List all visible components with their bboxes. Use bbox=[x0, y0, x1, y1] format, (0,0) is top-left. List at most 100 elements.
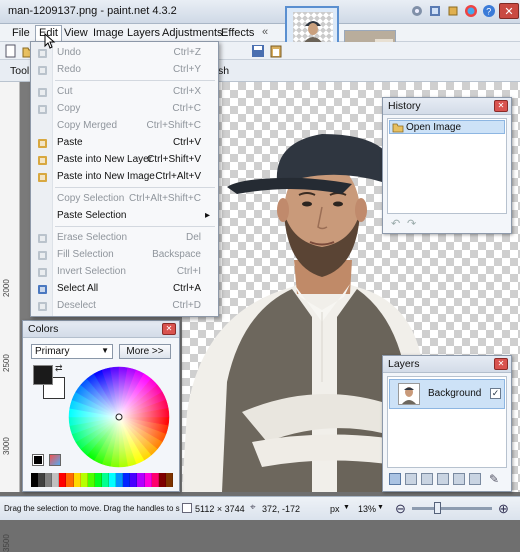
scroll-left-icon[interactable]: « bbox=[262, 26, 268, 38]
zoom-level[interactable]: 13% bbox=[358, 504, 376, 514]
history-close-button[interactable]: ✕ bbox=[494, 100, 508, 112]
menu-item-copy[interactable]: Copy Ctrl+C bbox=[31, 101, 218, 118]
palette-swatch[interactable] bbox=[38, 473, 46, 487]
duplicate-layer-icon[interactable] bbox=[421, 473, 433, 485]
paste-icon bbox=[36, 137, 49, 150]
svg-text:?: ? bbox=[486, 7, 491, 17]
palette-swatch[interactable] bbox=[151, 473, 159, 487]
zoom-slider-thumb[interactable] bbox=[434, 502, 441, 514]
zoom-slider[interactable] bbox=[412, 502, 492, 514]
menu-item-fill-selection[interactable]: Fill Selection Backspace bbox=[31, 247, 218, 264]
layers-list: Background ✓ bbox=[387, 376, 507, 468]
menu-item-invert-selection[interactable]: Invert Selection Ctrl+I bbox=[31, 264, 218, 281]
menu-item-erase-selection[interactable]: Erase Selection Del bbox=[31, 230, 218, 247]
close-window-button[interactable]: ✕ bbox=[499, 3, 519, 19]
history-item[interactable]: Open Image bbox=[389, 120, 505, 134]
palette-swatch[interactable] bbox=[87, 473, 95, 487]
layers-toggle-icon[interactable] bbox=[446, 4, 460, 18]
palette-swatch[interactable] bbox=[137, 473, 145, 487]
merge-layer-icon[interactable] bbox=[437, 473, 449, 485]
palette-swatch[interactable] bbox=[80, 473, 88, 487]
paste-toolbar-icon[interactable] bbox=[269, 44, 283, 58]
menu-item-paste-selection[interactable]: Paste Selection ▸ bbox=[31, 208, 218, 225]
layers-toolbar: ✎ bbox=[387, 471, 507, 489]
palette-swatch[interactable] bbox=[66, 473, 74, 487]
palette-swatch[interactable] bbox=[45, 473, 53, 487]
mouse-cursor bbox=[44, 33, 56, 49]
menu-adjustments[interactable]: Adjustments bbox=[159, 26, 226, 41]
move-layer-up-icon[interactable] bbox=[453, 473, 465, 485]
primary-color-swatch[interactable] bbox=[33, 365, 53, 385]
menu-item-paste[interactable]: Paste Ctrl+V bbox=[31, 135, 218, 152]
save-icon[interactable] bbox=[251, 44, 265, 58]
menu-item-cut[interactable]: Cut Ctrl+X bbox=[31, 84, 218, 101]
menu-bar: File Edit View Image Layers Adjustments … bbox=[0, 24, 520, 42]
palette-swatch[interactable] bbox=[109, 473, 117, 487]
new-image-icon[interactable] bbox=[4, 44, 18, 58]
move-layer-down-icon[interactable] bbox=[469, 473, 481, 485]
palette-swatch[interactable] bbox=[59, 473, 67, 487]
layers-title: Layers bbox=[388, 358, 420, 370]
palette-options-icon[interactable] bbox=[49, 454, 61, 466]
menu-effects[interactable]: Effects bbox=[218, 26, 257, 41]
utilities-icon[interactable] bbox=[428, 4, 442, 18]
colors-title-bar[interactable]: Colors ✕ bbox=[23, 321, 179, 338]
history-title-bar[interactable]: History ✕ bbox=[383, 98, 511, 115]
palette-swatch[interactable] bbox=[94, 473, 102, 487]
color-wheel[interactable] bbox=[67, 365, 171, 469]
menu-item-select-all[interactable]: Select All Ctrl+A bbox=[31, 281, 218, 298]
add-layer-icon[interactable] bbox=[389, 473, 401, 485]
units-label[interactable]: px bbox=[330, 504, 340, 514]
menu-item-paste-into-new-image[interactable]: Paste into New Image Ctrl+Alt+V bbox=[31, 169, 218, 186]
color-mode-value: Primary bbox=[35, 346, 70, 357]
palette-swatch[interactable] bbox=[52, 473, 60, 487]
swap-colors-icon[interactable]: ⇄ bbox=[55, 363, 63, 374]
menu-item-shortcut: Ctrl+V bbox=[172, 137, 201, 148]
colors-close-button[interactable]: ✕ bbox=[162, 323, 176, 335]
menu-item-shortcut: Del bbox=[185, 232, 201, 243]
palette-swatch[interactable] bbox=[130, 473, 138, 487]
layers-title-bar[interactable]: Layers ✕ bbox=[383, 356, 511, 373]
submenu-arrow-icon: ▸ bbox=[204, 210, 210, 221]
menu-item-copy-merged[interactable]: Copy Merged Ctrl+Shift+C bbox=[31, 118, 218, 135]
menu-item-label: Paste into New Image bbox=[57, 171, 155, 182]
menu-item-paste-into-new-layer[interactable]: Paste into New Layer Ctrl+Shift+V bbox=[31, 152, 218, 169]
help-icon[interactable]: ? bbox=[482, 4, 496, 18]
palette-swatch[interactable] bbox=[116, 473, 124, 487]
redo-history-icon[interactable]: ↷ bbox=[407, 217, 419, 230]
layer-visible-checkbox[interactable]: ✓ bbox=[490, 388, 501, 399]
color-mode-select[interactable]: Primary ▼ bbox=[31, 344, 113, 359]
zoom-out-icon[interactable]: ⊖ bbox=[395, 501, 406, 517]
units-dropdown-icon[interactable]: ▼ bbox=[343, 504, 350, 511]
palette-swatch[interactable] bbox=[73, 473, 81, 487]
layer-row[interactable]: Background ✓ bbox=[389, 379, 505, 409]
layers-close-button[interactable]: ✕ bbox=[494, 358, 508, 370]
undo-history-icon[interactable]: ↶ bbox=[391, 217, 403, 230]
menu-file[interactable]: File bbox=[9, 26, 33, 41]
menu-item-undo[interactable]: Undo Ctrl+Z bbox=[31, 45, 218, 62]
palette-swatch[interactable] bbox=[123, 473, 131, 487]
cursor-position: 372, -172 bbox=[262, 504, 301, 514]
menu-view[interactable]: View bbox=[61, 26, 91, 41]
palette-swatch[interactable] bbox=[165, 473, 173, 487]
menu-image[interactable]: Image bbox=[90, 26, 127, 41]
settings-icon[interactable] bbox=[410, 4, 424, 18]
default-colors-icon[interactable] bbox=[32, 454, 44, 466]
menu-item-redo[interactable]: Redo Ctrl+Y bbox=[31, 62, 218, 79]
palette-swatch[interactable] bbox=[31, 473, 39, 487]
zoom-dropdown-icon[interactable]: ▼ bbox=[377, 504, 384, 511]
menu-item-deselect[interactable]: Deselect Ctrl+D bbox=[31, 298, 218, 315]
paste-image-icon bbox=[36, 171, 49, 184]
layer-properties-icon[interactable]: ✎ bbox=[489, 472, 499, 486]
more-colors-button[interactable]: More >> bbox=[119, 344, 171, 359]
delete-layer-icon[interactable] bbox=[405, 473, 417, 485]
menu-layers[interactable]: Layers bbox=[124, 26, 163, 41]
menu-item-copy-selection[interactable]: Copy Selection Ctrl+Alt+Shift+C bbox=[31, 191, 218, 208]
zoom-in-icon[interactable]: ⊕ bbox=[498, 501, 509, 517]
palette-swatch[interactable] bbox=[144, 473, 152, 487]
palette-swatch[interactable] bbox=[101, 473, 110, 487]
menu-item-shortcut: Ctrl+Shift+V bbox=[147, 154, 201, 165]
colors-toggle-icon[interactable] bbox=[464, 4, 478, 18]
palette-swatch[interactable] bbox=[158, 473, 166, 487]
tools-label: Tool bbox=[10, 65, 30, 77]
